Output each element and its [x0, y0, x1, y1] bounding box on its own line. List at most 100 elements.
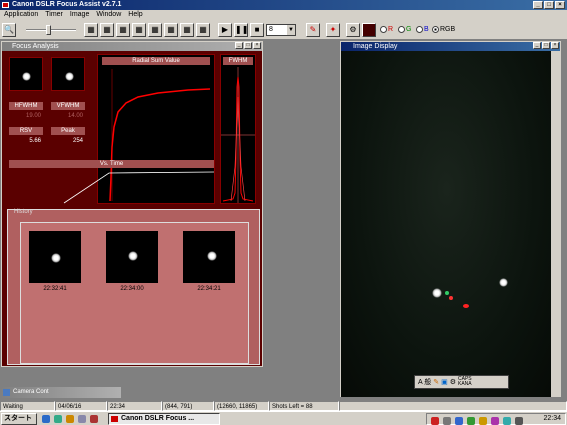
zoom-icon[interactable]: 🔍	[2, 23, 16, 37]
history-time-1: 22:32:41	[43, 286, 67, 292]
radio-b[interactable]: B	[416, 26, 429, 33]
history-thumb-2[interactable]	[106, 231, 158, 283]
fa-minimize-button[interactable]: _	[235, 42, 243, 49]
fa-close-button[interactable]: ×	[253, 42, 261, 49]
record-icon[interactable]	[362, 23, 376, 37]
status-region: (12660, 11865)	[214, 401, 269, 411]
pause-icon[interactable]: ❚❚	[234, 23, 248, 37]
exposure-select[interactable]: 8 ▼	[266, 24, 296, 36]
toolbar: 🔍 ▦ ▦ ▦ ▦ ▦ ▦ ▦ ▦ ▶ ❚❚ ■ 8 ▼ ✎ ✦ ⚙ R G B…	[0, 20, 567, 40]
light-red	[463, 304, 469, 308]
play-icon[interactable]: ▶	[218, 23, 232, 37]
fwhm-curve	[221, 67, 255, 203]
layout-4-button[interactable]: ▦	[132, 23, 146, 37]
maximize-button[interactable]: □	[544, 1, 554, 9]
menu-window[interactable]: Window	[96, 10, 121, 20]
mail-icon[interactable]	[78, 415, 86, 423]
image-display-title: Image Display _ □ ×	[341, 42, 560, 51]
settings-icon[interactable]: ⚙	[346, 23, 360, 37]
id-minimize-button[interactable]: _	[533, 42, 541, 49]
fwhm-title: FWHM	[223, 57, 253, 65]
ime-mode[interactable]: A 般	[418, 377, 431, 387]
status-bar: Waiting 04/06/16 22:34 (844, 791) (12660…	[0, 401, 567, 411]
star-light	[432, 288, 442, 298]
history-inner: 22:32:41 22:34:00 22:34:21	[20, 222, 249, 364]
system-tray: 22:34	[426, 413, 566, 425]
tray-icon-2[interactable]	[443, 417, 451, 425]
radio-rgb[interactable]: RGB	[432, 26, 455, 33]
image-canvas[interactable]	[341, 51, 552, 397]
close-button[interactable]: ×	[555, 1, 565, 9]
light-red	[449, 296, 453, 300]
speaker-icon[interactable]	[515, 417, 523, 425]
menu-image[interactable]: Image	[70, 10, 89, 20]
tray-icon-1[interactable]	[431, 417, 439, 425]
history-thumb-1[interactable]	[29, 231, 81, 283]
minimize-button[interactable]: _	[533, 1, 543, 9]
layout-3-button[interactable]: ▦	[116, 23, 130, 37]
history-panel: History 22:32:41 22:34:00 22:34:21	[7, 209, 260, 365]
fwhm-plot: FWHM	[220, 54, 256, 204]
fa-maximize-button[interactable]: □	[244, 42, 252, 49]
layout-7-button[interactable]: ▦	[180, 23, 194, 37]
star-preview-1	[9, 57, 43, 91]
history-thumb-3[interactable]	[183, 231, 235, 283]
id-maximize-button[interactable]: □	[542, 42, 550, 49]
ime-icon-1[interactable]: ✎	[433, 378, 439, 386]
stop-icon[interactable]: ■	[250, 23, 264, 37]
status-cursor: (844, 791)	[162, 401, 214, 411]
layout-2-button[interactable]: ▦	[100, 23, 114, 37]
star-preview-2	[51, 57, 85, 91]
app-quick-icon[interactable]	[90, 415, 98, 423]
exposure-value: 8	[269, 26, 273, 33]
image-display-window: Image Display _ □ ×	[340, 41, 561, 397]
chevron-down-icon: ▼	[287, 25, 295, 35]
layout-5-button[interactable]: ▦	[148, 23, 162, 37]
focus-analysis-title: Focus Analysis _ □ ×	[2, 42, 262, 51]
ime-toolbar[interactable]: A 般 ✎ ▣ ⚙ CAPS KANA	[414, 375, 509, 389]
zoom-slider[interactable]	[22, 24, 80, 36]
layout-8-button[interactable]: ▦	[196, 23, 210, 37]
outlook-icon[interactable]	[66, 415, 74, 423]
app-title: Canon DSLR Focus Assist v2.7.1	[12, 1, 122, 8]
history-time-3: 22:34:21	[197, 286, 221, 292]
desktop-icon[interactable]	[54, 415, 62, 423]
focus-analysis-window: Focus Analysis _ □ × HFWHM 19.00 VFWHM 1…	[1, 41, 263, 367]
star-light	[499, 278, 508, 287]
radial-sum-title: Radial Sum Value	[102, 57, 210, 65]
layout-1-button[interactable]: ▦	[84, 23, 98, 37]
peak-label: Peak	[51, 127, 85, 135]
tool-2-icon[interactable]: ✦	[326, 23, 340, 37]
taskbar-item-focus-assist[interactable]: Canon DSLR Focus ...	[108, 413, 220, 425]
status-date: 04/06/16	[55, 401, 107, 411]
menu-timer[interactable]: Timer	[45, 10, 63, 20]
tool-1-icon[interactable]: ✎	[306, 23, 320, 37]
tray-icon-5[interactable]	[479, 417, 487, 425]
ime-icon-2[interactable]: ▣	[441, 378, 448, 386]
menu-help[interactable]: Help	[128, 10, 142, 20]
history-label: History	[14, 209, 33, 215]
start-button[interactable]: スタート	[1, 413, 37, 425]
status-time: 22:34	[107, 401, 162, 411]
radio-g[interactable]: G	[398, 26, 411, 33]
tray-icon-7[interactable]	[503, 417, 511, 425]
camera-control-window[interactable]: Camera Cont	[1, 387, 121, 398]
camera-icon	[3, 389, 10, 396]
tray-icon-6[interactable]	[491, 417, 499, 425]
ie-icon[interactable]	[42, 415, 50, 423]
tray-icon-3[interactable]	[455, 417, 463, 425]
vfwhm-value: 14.00	[67, 113, 83, 119]
clock: 22:34	[543, 415, 561, 422]
ime-icon-3[interactable]: ⚙	[450, 378, 456, 386]
vs-time-title: Vs. Time	[9, 160, 214, 168]
hfwhm-label: HFWHM	[9, 102, 43, 110]
tray-icon-4[interactable]	[467, 417, 475, 425]
light-green	[445, 291, 449, 295]
rsv-label: RSV	[9, 127, 43, 135]
menu-application[interactable]: Application	[4, 10, 38, 20]
radio-r[interactable]: R	[380, 26, 393, 33]
vertical-scrollbar[interactable]	[551, 51, 560, 397]
layout-6-button[interactable]: ▦	[164, 23, 178, 37]
id-close-button[interactable]: ×	[551, 42, 559, 49]
rsv-value: 5.66	[29, 138, 41, 144]
